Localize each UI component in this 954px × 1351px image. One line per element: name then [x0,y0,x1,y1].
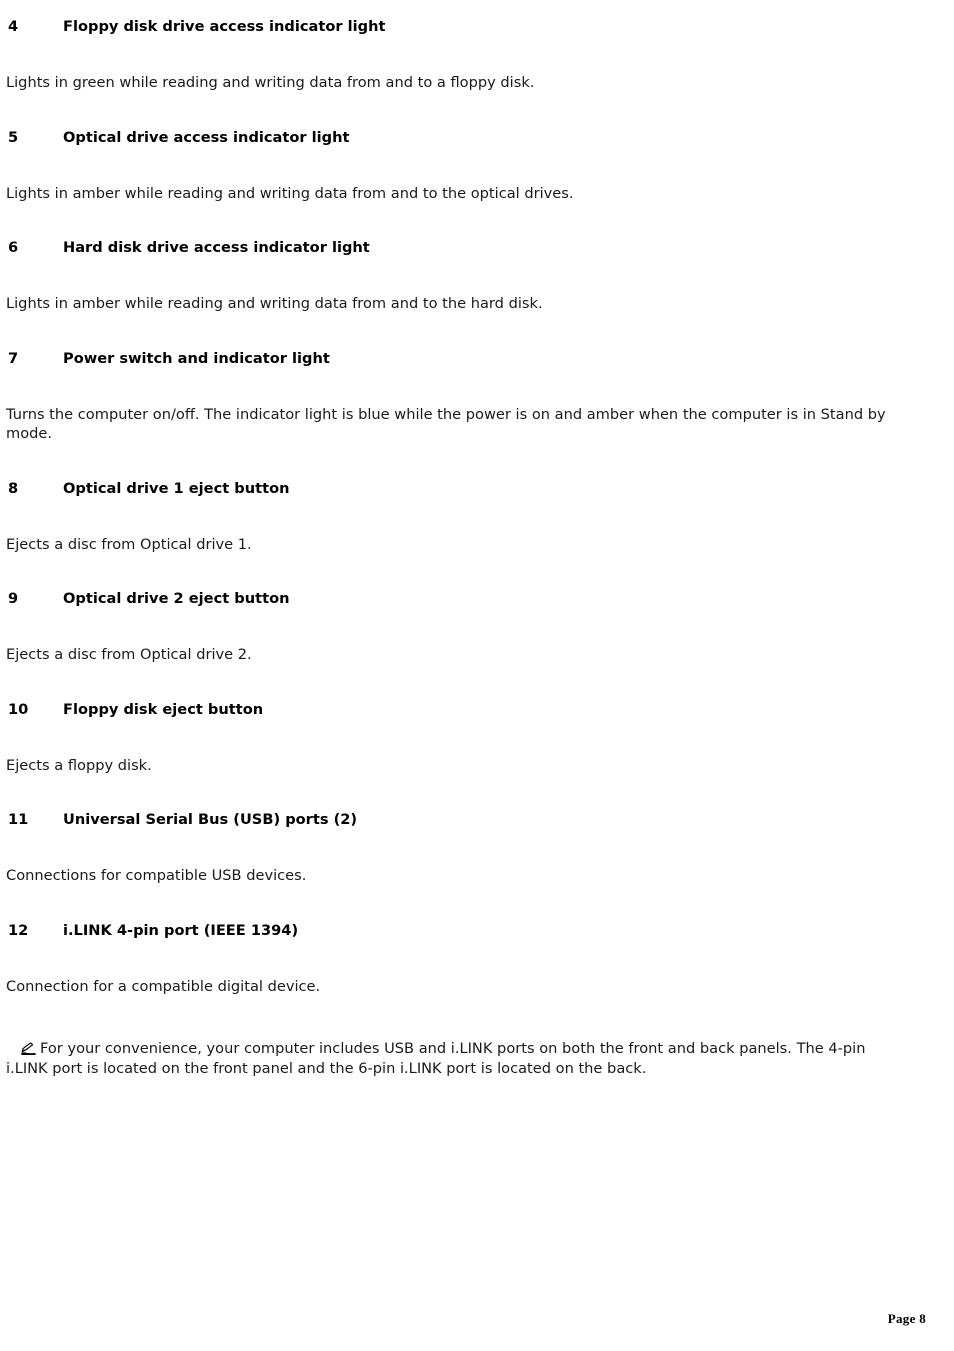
entry-label: i.LINK 4-pin port (IEEE 1394) [63,921,299,939]
page-footer: Page 8 [0,1311,926,1327]
entry-number: 11 [8,811,29,828]
entry-heading: 10 Floppy disk eject button [6,701,926,719]
entry-body: Ejects a disc from Optical drive 1. [6,535,252,553]
entry-11: 11 Universal Serial Bus (USB) ports (2) C… [6,775,926,886]
entry-number: 9 [8,590,19,607]
entry-body: Connections for compatible USB devices. [6,867,307,884]
entry-label: Universal Serial Bus (USB) ports (2) [63,811,358,828]
entry-number: 4 [8,18,19,35]
entry-number: 8 [8,479,19,497]
entry-12: 12 i.LINK 4-pin port (IEEE 1394) Connecti… [6,886,926,997]
entry-number: 6 [8,239,19,256]
entry-8: 8 Optical drive 1 eject button Ejects a d… [6,444,926,555]
entry-number: 12 [8,921,29,939]
entry-number: 10 [8,700,29,718]
entry-label: Optical drive access indicator light [63,128,350,146]
entry-body: Lights in amber while reading and writin… [6,184,574,202]
entry-body: Turns the computer on/off. The indicator… [6,405,886,443]
entry-label: Floppy disk eject button [63,700,264,718]
entry-4: 4 Floppy disk drive access indicator ligh… [6,0,926,93]
document-page: 4 Floppy disk drive access indicator ligh… [0,0,954,1351]
entry-body: Connection for a compatible digital devi… [6,977,321,995]
entry-5: 5 Optical drive access indicator light Li… [6,93,926,204]
entry-label: Optical drive 2 eject button [63,590,290,607]
entry-heading: 9 Optical drive 2 eject button [6,590,926,608]
entry-heading: 12 i.LINK 4-pin port (IEEE 1394) [6,922,926,940]
note-block: For your convenience, your computer incl… [6,1039,903,1078]
entry-body: Lights in green while reading and writin… [6,74,535,91]
entry-label: Hard disk drive access indicator light [63,239,370,256]
entry-6: 6 Hard disk drive access indicator light … [6,203,926,314]
entry-number: 5 [8,128,19,146]
entry-body: Lights in amber while reading and writin… [6,295,543,312]
entry-heading: 6 Hard disk drive access indicator light [6,239,926,257]
entry-heading: 4 Floppy disk drive access indicator ligh… [6,18,926,36]
entry-heading: 11 Universal Serial Bus (USB) ports (2) [6,811,926,829]
note-hand-pencil-icon [20,1042,37,1056]
page-number-label: Page 8 [887,1311,926,1326]
entry-label: Power switch and indicator light [63,349,330,367]
entry-7: 7 Power switch and indicator light Turns … [6,314,926,444]
note-text: For your convenience, your computer incl… [6,1040,866,1077]
entry-heading: 8 Optical drive 1 eject button [6,480,926,498]
entry-label: Floppy disk drive access indicator light [63,18,386,35]
entry-10: 10 Floppy disk eject button Ejects a flop… [6,665,926,776]
entry-number: 7 [8,349,19,367]
entry-heading: 5 Optical drive access indicator light [6,129,926,147]
entry-heading: 7 Power switch and indicator light [6,350,926,368]
entry-body: Ejects a floppy disk. [6,756,152,774]
document-content: 4 Floppy disk drive access indicator ligh… [6,0,926,1078]
entry-body: Ejects a disc from Optical drive 2. [6,646,252,663]
entry-9: 9 Optical drive 2 eject button Ejects a d… [6,554,926,665]
entry-label: Optical drive 1 eject button [63,479,290,497]
